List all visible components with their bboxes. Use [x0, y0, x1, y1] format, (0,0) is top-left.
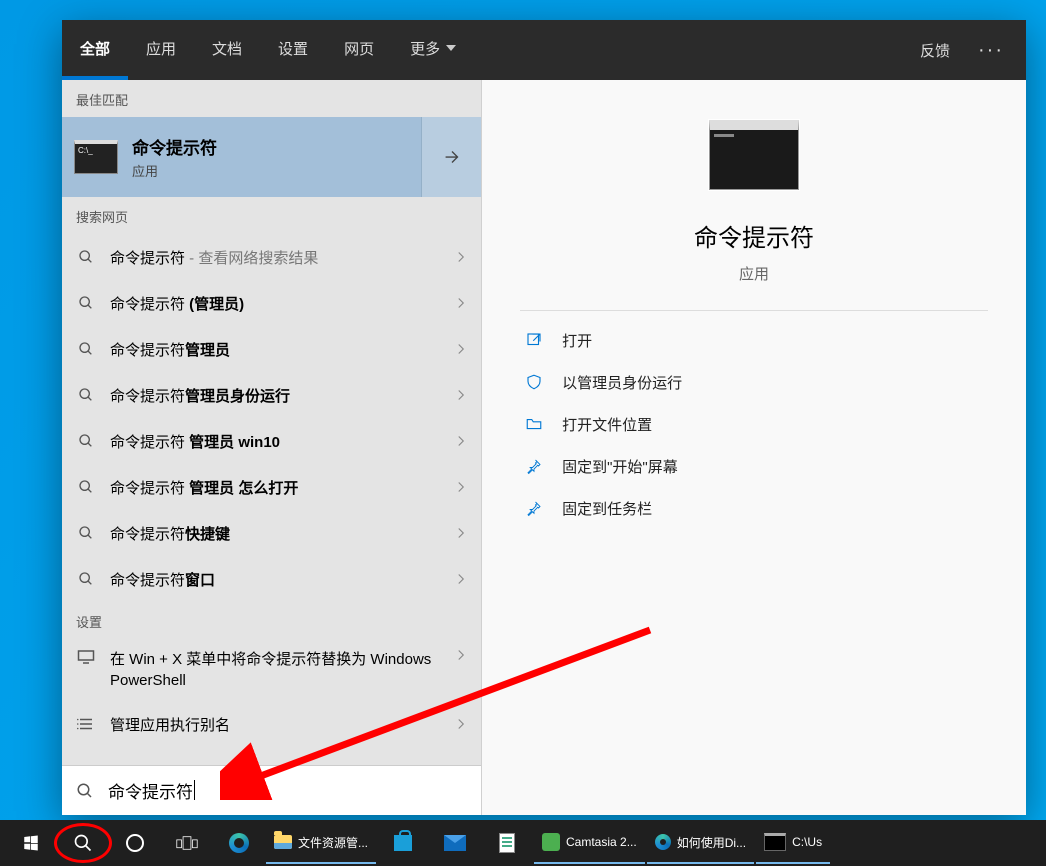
search-icon: [76, 571, 96, 587]
chevron-right-icon: [455, 649, 467, 661]
chevron-right-icon: [455, 527, 467, 539]
preview-pane: 命令提示符 应用 打开 以管理员身份运行 打开文件位置 固定到"开: [482, 80, 1026, 815]
search-input[interactable]: 命令提示符: [62, 765, 481, 815]
cortana-button[interactable]: [110, 822, 160, 864]
taskbar-app-explorer[interactable]: 文件资源管...: [266, 822, 376, 864]
open-icon: [524, 331, 544, 349]
search-icon: [76, 295, 96, 311]
edge-icon: [655, 834, 671, 850]
action-pin-start[interactable]: 固定到"开始"屏幕: [520, 445, 988, 487]
web-result-2[interactable]: 命令提示符管理员: [62, 326, 481, 372]
chevron-right-icon: [455, 718, 467, 730]
chevron-right-icon: [455, 251, 467, 263]
folder-icon: [524, 415, 544, 433]
web-result-7[interactable]: 命令提示符窗口: [62, 556, 481, 602]
web-result-1[interactable]: 命令提示符 (管理员): [62, 280, 481, 326]
feedback-link[interactable]: 反馈: [910, 40, 960, 61]
notepad-icon: [499, 833, 515, 853]
cmd-preview-icon: [709, 120, 799, 190]
mail-icon: [444, 835, 466, 851]
monitor-icon: [76, 649, 96, 665]
search-icon: [76, 341, 96, 357]
tab-documents[interactable]: 文档: [194, 20, 260, 80]
taskbar-app-store[interactable]: [378, 822, 428, 864]
more-label: 更多: [410, 38, 440, 59]
action-run-admin[interactable]: 以管理员身份运行: [520, 361, 988, 403]
taskview-icon: [176, 835, 198, 851]
edge-button[interactable]: [214, 822, 264, 864]
search-icon: [76, 387, 96, 403]
list-icon: [76, 717, 96, 731]
search-icon: [76, 525, 96, 541]
web-result-6[interactable]: 命令提示符快捷键: [62, 510, 481, 556]
task-view-button[interactable]: [162, 822, 212, 864]
search-icon: [76, 249, 96, 265]
action-open[interactable]: 打开: [520, 319, 988, 361]
taskbar-app-edge-doc[interactable]: 如何使用Di...: [647, 822, 754, 864]
web-search-header: 搜索网页: [62, 197, 481, 234]
tab-more[interactable]: 更多: [392, 20, 474, 80]
taskbar: 文件资源管... Camtasia 2... 如何使用Di... C:\Us: [0, 820, 1046, 866]
tab-all[interactable]: 全部: [62, 20, 128, 80]
search-icon: [76, 433, 96, 449]
web-result-3[interactable]: 命令提示符管理员身份运行: [62, 372, 481, 418]
search-button[interactable]: [58, 822, 108, 864]
action-open-location[interactable]: 打开文件位置: [520, 403, 988, 445]
best-match-item[interactable]: C:\_ 命令提示符 应用: [62, 117, 481, 197]
more-options-button[interactable]: ···: [966, 39, 1016, 62]
pin-icon: [524, 457, 544, 475]
web-result-4[interactable]: 命令提示符 管理员 win10: [62, 418, 481, 464]
chevron-right-icon: [455, 297, 467, 309]
start-button[interactable]: [6, 822, 56, 864]
settings-result-1[interactable]: 管理应用执行别名: [62, 701, 481, 747]
search-tabs: 全部 应用 文档 设置 网页 更多 反馈 ···: [62, 20, 1026, 80]
taskbar-app-mail[interactable]: [430, 822, 480, 864]
settings-header: 设置: [62, 602, 481, 639]
best-match-title: 命令提示符: [132, 134, 217, 159]
camtasia-icon: [542, 833, 560, 851]
chevron-down-icon: [446, 45, 456, 51]
search-icon: [76, 479, 96, 495]
taskbar-app-camtasia[interactable]: Camtasia 2...: [534, 822, 645, 864]
best-match-expand[interactable]: [421, 117, 481, 197]
tab-settings[interactable]: 设置: [260, 20, 326, 80]
cmd-icon: [764, 833, 786, 851]
results-list-pane: 最佳匹配 C:\_ 命令提示符 应用 搜索网页 命令提示符 - 查看网络搜索结果: [62, 80, 482, 815]
search-icon: [76, 782, 94, 800]
web-result-0[interactable]: 命令提示符 - 查看网络搜索结果: [62, 234, 481, 280]
store-icon: [394, 835, 412, 851]
chevron-right-icon: [455, 389, 467, 401]
best-match-header: 最佳匹配: [62, 80, 481, 117]
shield-icon: [524, 373, 544, 391]
taskbar-app-cmd[interactable]: C:\Us: [756, 822, 830, 864]
windows-icon: [22, 834, 40, 852]
divider: [520, 310, 988, 311]
cortana-icon: [125, 833, 145, 853]
chevron-right-icon: [455, 435, 467, 447]
tab-web[interactable]: 网页: [326, 20, 392, 80]
arrow-right-icon: [441, 146, 463, 168]
tab-apps[interactable]: 应用: [128, 20, 194, 80]
action-pin-taskbar[interactable]: 固定到任务栏: [520, 487, 988, 529]
preview-title: 命令提示符: [694, 218, 814, 253]
chevron-right-icon: [455, 481, 467, 493]
search-results-panel: 全部 应用 文档 设置 网页 更多 反馈 ··· 最佳匹配 C:\_ 命令提示符…: [62, 20, 1026, 815]
cmd-icon: C:\_: [74, 140, 118, 174]
taskbar-app-notepad[interactable]: [482, 822, 532, 864]
search-query-text: 命令提示符: [108, 778, 193, 803]
settings-result-0[interactable]: 在 Win + X 菜单中将命令提示符替换为 Windows PowerShel…: [62, 639, 481, 701]
best-match-subtitle: 应用: [132, 161, 217, 180]
preview-subtitle: 应用: [739, 263, 769, 284]
edge-icon: [229, 833, 249, 853]
explorer-icon: [274, 835, 292, 849]
pin-icon: [524, 499, 544, 517]
chevron-right-icon: [455, 343, 467, 355]
search-icon: [73, 833, 93, 853]
web-result-5[interactable]: 命令提示符 管理员 怎么打开: [62, 464, 481, 510]
chevron-right-icon: [455, 573, 467, 585]
